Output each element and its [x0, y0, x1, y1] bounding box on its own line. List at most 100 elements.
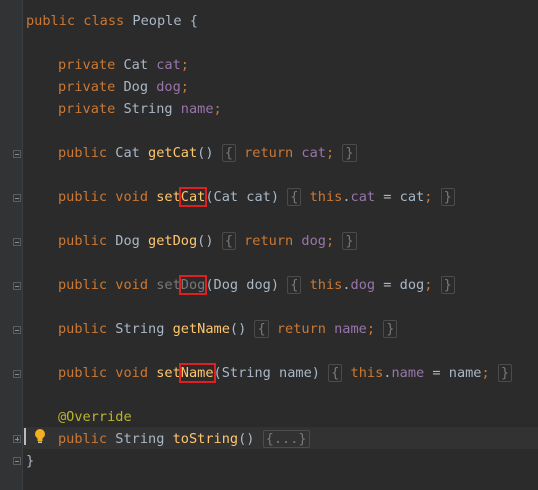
method-line-setcat[interactable]: public void setCat(Cat cat) { this.cat =…: [58, 186, 455, 208]
semicolon: ;: [424, 189, 433, 205]
fold-marker-icon[interactable]: [13, 326, 21, 334]
folded-brace-close[interactable]: }: [440, 188, 455, 206]
folded-brace-open[interactable]: {: [254, 320, 269, 338]
folded-brace-open[interactable]: {: [287, 276, 302, 294]
class-close-line[interactable]: }: [26, 450, 34, 472]
folded-body[interactable]: {...}: [262, 430, 310, 448]
type-name: Dog: [123, 79, 149, 95]
parameters: (String name): [213, 365, 320, 381]
field-ref: cat: [301, 145, 326, 161]
keyword: this: [350, 365, 384, 381]
keyword: public: [58, 277, 108, 293]
method-line-setname[interactable]: public void setName(String name) { this.…: [58, 362, 513, 384]
fold-marker-icon[interactable]: [13, 370, 21, 378]
folded-brace-open[interactable]: {: [287, 188, 302, 206]
folded-brace-open[interactable]: {: [221, 232, 236, 250]
method-line-getname[interactable]: public String getName() { return name; }: [58, 318, 398, 340]
method-name-prefix: set: [156, 277, 181, 293]
highlighted-name-box: Name: [178, 363, 216, 383]
field-line-cat[interactable]: private Cat cat;: [58, 54, 189, 76]
assignment: = name: [424, 365, 482, 381]
type-name: String: [115, 321, 165, 337]
fold-marker-icon[interactable]: [13, 194, 21, 202]
class-declaration-line[interactable]: public class People {: [26, 10, 198, 32]
keyword: this: [309, 277, 343, 293]
fold-marker-icon[interactable]: [13, 282, 21, 290]
fold-marker-icon[interactable]: [13, 457, 21, 465]
keyword: public: [58, 145, 108, 161]
semicolon: ;: [481, 365, 490, 381]
keyword: return: [244, 145, 294, 161]
field-ref: dog: [350, 277, 376, 293]
parameters: (Cat cat): [205, 189, 280, 205]
folded-brace-close[interactable]: }: [440, 276, 455, 294]
field-line-dog[interactable]: private Dog dog;: [58, 76, 189, 98]
folded-brace-open[interactable]: {: [221, 144, 236, 162]
folded-brace-close[interactable]: }: [497, 364, 513, 382]
dot: .: [342, 189, 351, 205]
semicolon: ;: [325, 233, 335, 249]
method-name: toString: [172, 431, 239, 447]
method-name: getName: [172, 321, 230, 337]
field-ref: name: [391, 365, 425, 381]
type-name: String: [115, 431, 165, 447]
method-line-getcat[interactable]: public Cat getCat() { return cat; }: [58, 142, 357, 164]
lightbulb-icon[interactable]: [34, 428, 46, 444]
semicolon: ;: [366, 321, 376, 337]
keyword: this: [309, 189, 343, 205]
semicolon: ;: [180, 57, 189, 73]
type-name: Cat: [115, 145, 140, 161]
semicolon: ;: [424, 277, 433, 293]
close-brace: }: [26, 453, 35, 469]
fold-marker-icon[interactable]: [13, 238, 21, 246]
keyword: private: [58, 101, 116, 117]
keyword: void: [115, 189, 149, 205]
parameters: (Dog dog): [205, 277, 280, 293]
keyword: public: [58, 431, 108, 447]
method-name-prefix: set: [156, 365, 181, 381]
keyword: private: [58, 79, 116, 95]
folded-brace-close[interactable]: }: [383, 320, 398, 338]
folded-brace-open[interactable]: {: [328, 364, 343, 382]
type-name: Dog: [115, 233, 140, 249]
highlighted-name-box: Dog: [178, 275, 208, 295]
parens: (): [229, 321, 247, 337]
keyword: return: [244, 233, 294, 249]
assignment: = cat: [375, 189, 425, 205]
keyword: public: [58, 189, 108, 205]
semicolon: ;: [180, 79, 189, 95]
class-name: People: [132, 13, 182, 29]
type-name: Cat: [123, 57, 149, 73]
dot: .: [342, 277, 351, 293]
field-name: cat: [156, 57, 181, 73]
fold-marker-expand-icon[interactable]: [13, 435, 21, 443]
method-line-getdog[interactable]: public Dog getDog() { return dog; }: [58, 230, 357, 252]
semicolon: ;: [213, 101, 222, 117]
annotation-line[interactable]: @Override: [58, 406, 132, 428]
parens: (): [238, 431, 255, 447]
field-ref: name: [334, 321, 367, 337]
text-caret: [24, 428, 26, 445]
keyword: class: [83, 13, 125, 29]
field-name: name: [180, 101, 214, 117]
folded-brace-close[interactable]: }: [342, 144, 357, 162]
keyword: void: [115, 365, 149, 381]
method-line-setdog[interactable]: public void setDog(Dog dog) { this.dog =…: [58, 274, 455, 296]
highlighted-name-box: Cat: [178, 187, 208, 207]
fold-marker-icon[interactable]: [13, 150, 21, 158]
field-ref: cat: [350, 189, 376, 205]
method-name: getCat: [148, 145, 198, 161]
type-name: String: [123, 101, 173, 117]
keyword: public: [58, 233, 108, 249]
parens: (): [197, 233, 214, 249]
keyword: public: [58, 365, 108, 381]
field-ref: dog: [301, 233, 326, 249]
keyword: private: [58, 57, 116, 73]
method-name-prefix: set: [156, 189, 181, 205]
annotation: @Override: [58, 409, 132, 425]
folded-brace-close[interactable]: }: [342, 232, 357, 250]
method-line-tostring[interactable]: public String toString() {...}: [58, 428, 310, 450]
field-line-name[interactable]: private String name;: [58, 98, 222, 120]
keyword: void: [115, 277, 149, 293]
keyword: public: [26, 13, 76, 29]
